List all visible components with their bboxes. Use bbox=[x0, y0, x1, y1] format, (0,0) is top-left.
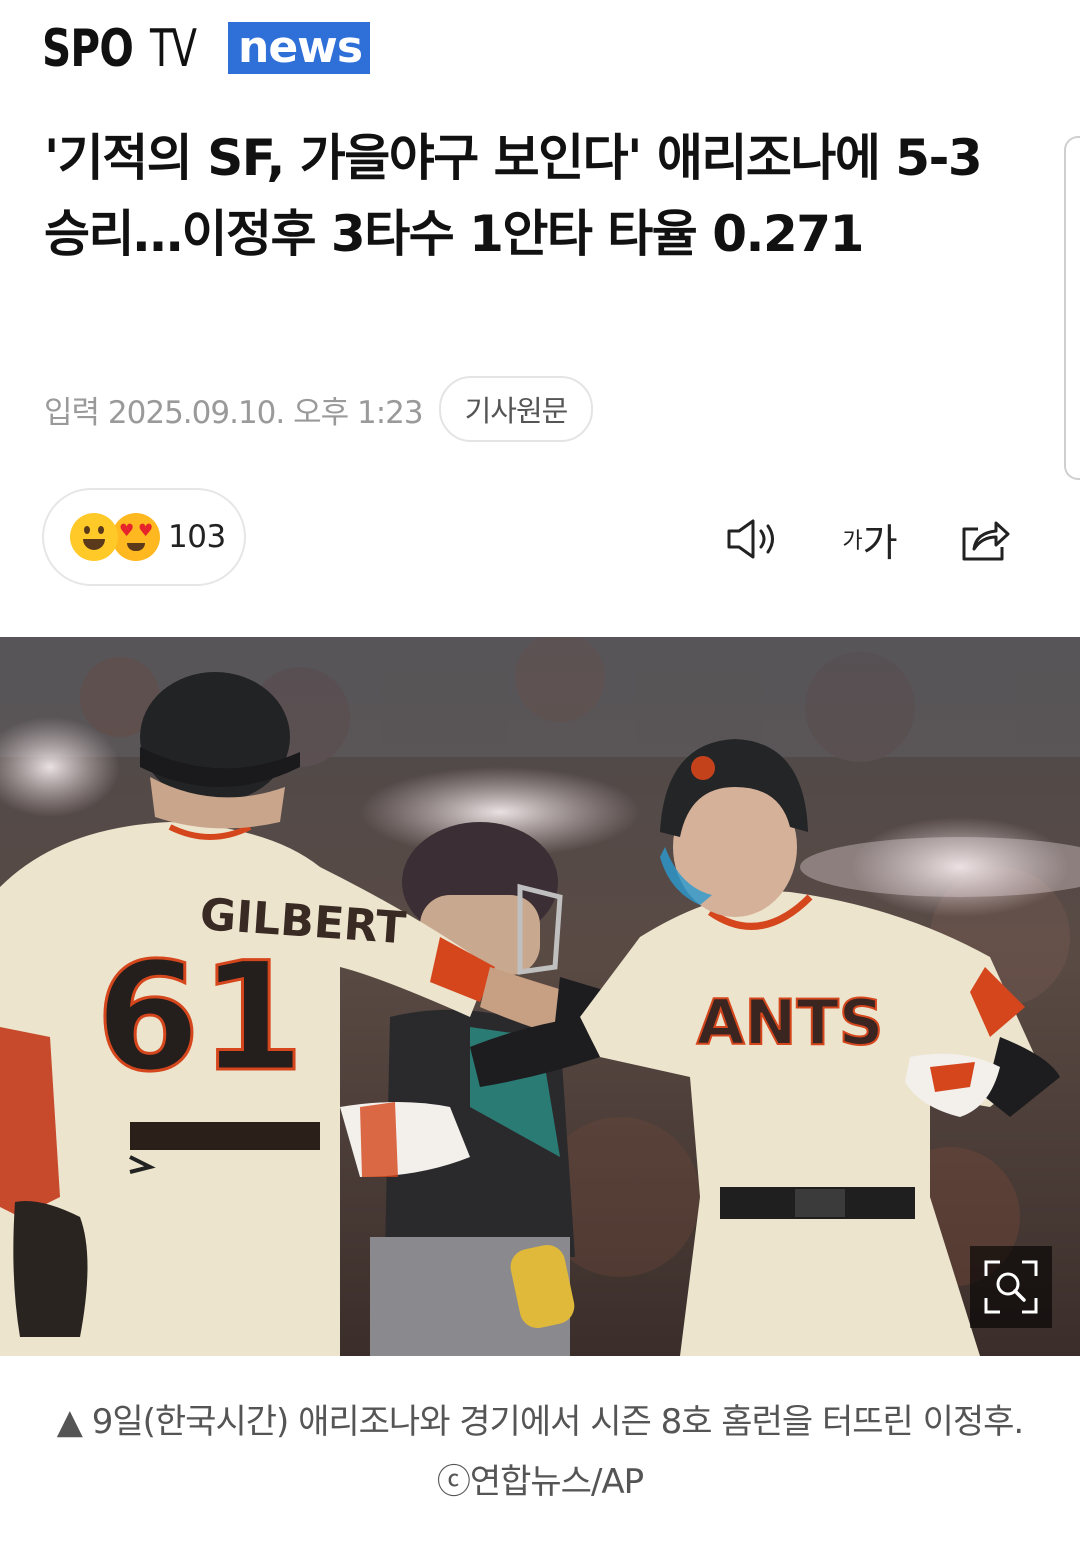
zoom-icon bbox=[984, 1260, 1038, 1314]
font-size-large-glyph: 가 bbox=[862, 520, 898, 565]
scroll-indicator[interactable] bbox=[1064, 136, 1080, 480]
reaction-button[interactable]: ♥ ♥ 103 bbox=[42, 488, 246, 586]
article-toolbar: 가가 bbox=[724, 510, 1014, 568]
font-size-button[interactable]: 가가 bbox=[840, 510, 898, 568]
text-to-speech-button[interactable] bbox=[724, 510, 782, 568]
article-photo[interactable]: GILBERT 61 ANTS bbox=[0, 637, 1080, 1356]
heart-eyes-face-icon: ♥ ♥ bbox=[112, 513, 160, 561]
share-button[interactable] bbox=[956, 510, 1014, 568]
published-date: 입력 2025.09.10. 오후 1:23 bbox=[44, 394, 424, 431]
photo-caption: ▲ 9일(한국시간) 애리조나와 경기에서 시즌 8호 홈런을 터뜨린 이정후.… bbox=[56, 1402, 1025, 1502]
logo-news-badge: news bbox=[228, 22, 371, 74]
article-meta: 입력 2025.09.10. 오후 1:23 기사원문 bbox=[44, 376, 594, 442]
reaction-count: 103 bbox=[168, 519, 226, 555]
jersey-team-text: ANTS bbox=[697, 986, 884, 1059]
grinning-face-icon bbox=[70, 513, 118, 561]
spotv-news-logo[interactable]: SPO TV news bbox=[42, 19, 371, 79]
speaker-icon bbox=[727, 519, 774, 559]
article-headline: '기적의 SF, 가을야구 보인다' 애리조나에 5-3 승리…이정후 3타수 … bbox=[44, 129, 983, 263]
article-page: SPO TV news '기적의 SF, 가을야구 보인다' 애리조나에 5-3… bbox=[0, 0, 1080, 1565]
original-article-button[interactable]: 기사원문 bbox=[438, 376, 594, 442]
logo-tv-text: TV bbox=[150, 19, 197, 79]
zoom-button[interactable] bbox=[970, 1246, 1052, 1328]
jersey-number-text: 61 bbox=[96, 931, 305, 1105]
logo-spo-text: SPO bbox=[42, 19, 134, 79]
baseball-players-illustration: GILBERT 61 ANTS bbox=[0, 637, 1080, 1356]
font-size-small-glyph: 가 bbox=[842, 529, 862, 554]
share-icon bbox=[962, 521, 1010, 561]
